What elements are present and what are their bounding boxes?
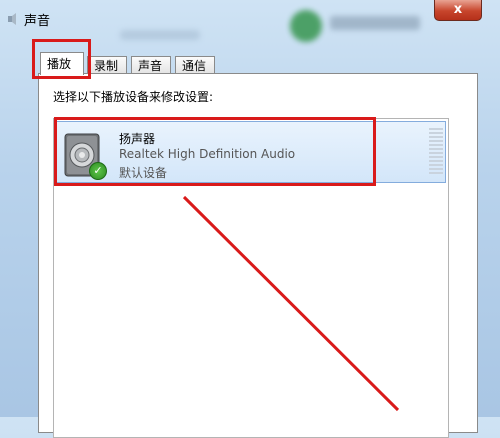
instruction-text: 选择以下播放设备来修改设置: xyxy=(53,90,214,104)
close-button[interactable]: x xyxy=(434,0,482,21)
volume-level-meter xyxy=(429,128,443,176)
blurred-background-text xyxy=(330,16,420,30)
sound-app-icon xyxy=(8,13,16,25)
title-bar: 声音 x xyxy=(0,0,500,42)
blurred-background xyxy=(120,30,200,40)
blurred-background-icon xyxy=(290,10,322,42)
tab-recording[interactable]: 录制 xyxy=(87,56,127,74)
annotation-box-speaker-device xyxy=(54,117,376,186)
tab-playback[interactable]: 播放 xyxy=(40,52,84,75)
tab-sounds[interactable]: 声音 xyxy=(131,56,171,74)
window-title: 声音 xyxy=(24,14,51,29)
tab-communications[interactable]: 通信 xyxy=(175,56,215,74)
